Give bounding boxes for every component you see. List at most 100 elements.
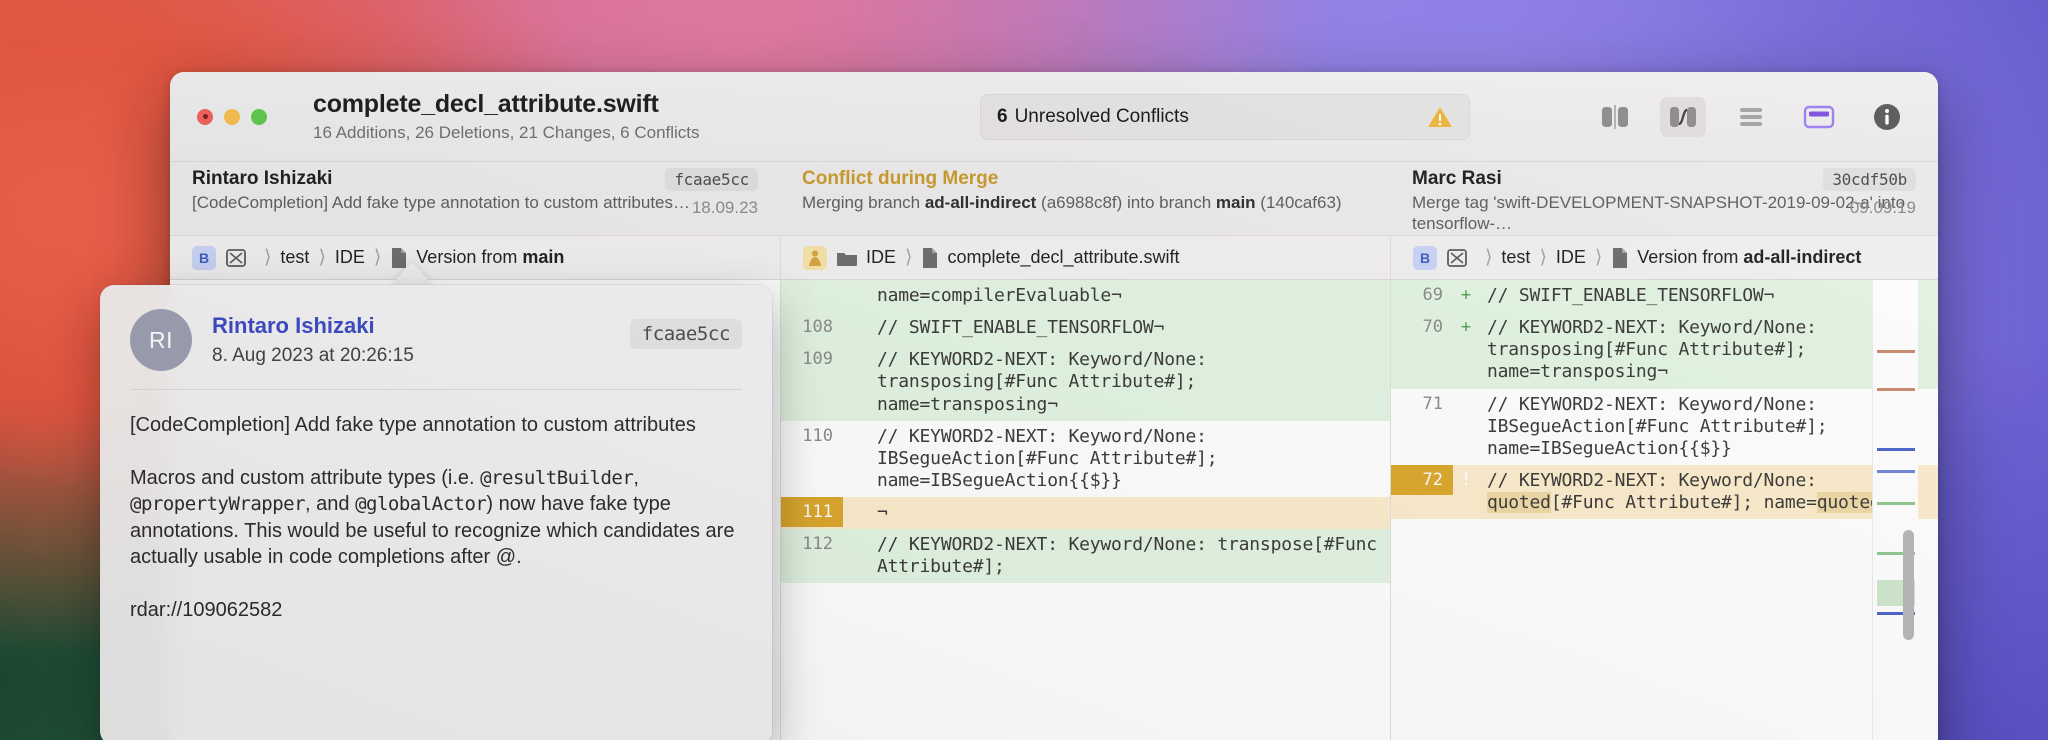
conflict-count: 6 bbox=[997, 106, 1008, 128]
merge-desc-pre: Merging branch bbox=[802, 193, 925, 212]
popover-commit-message: [CodeCompletion] Add fake type annotatio… bbox=[100, 390, 772, 623]
line-number: 110 bbox=[781, 421, 843, 451]
file-icon bbox=[921, 247, 939, 269]
code-line-text: // SWIFT_ENABLE_TENSORFLOW¬ bbox=[1479, 280, 1784, 312]
breadcrumb-sep: ⟩ bbox=[1539, 246, 1546, 269]
line-marker bbox=[843, 529, 869, 539]
line-number: 71 bbox=[1391, 389, 1453, 419]
line-marker bbox=[843, 344, 869, 354]
popover-code-resultbuilder: @resultBuilder bbox=[480, 467, 633, 489]
breadcrumb-item-ide-mid[interactable]: IDE bbox=[866, 247, 896, 268]
popover-code-globalactor: @globalActor bbox=[355, 493, 486, 515]
commit-detail-popover: RI Rintaro Ishizaki 8. Aug 2023 at 20:26… bbox=[100, 285, 772, 740]
version-branch-right: ad-all-indirect bbox=[1743, 247, 1861, 267]
code-line-text: // SWIFT_ENABLE_TENSORFLOW¬ bbox=[869, 312, 1174, 344]
merge-target-branch: main bbox=[1216, 193, 1256, 212]
code-line-row[interactable]: 72!// KEYWORD2-NEXT: Keyword/None: quote… bbox=[1391, 465, 1938, 519]
line-number bbox=[781, 280, 843, 290]
repo-icon bbox=[1446, 247, 1468, 269]
code-line-text: // KEYWORD2-NEXT: Keyword/None: IBSegueA… bbox=[1479, 389, 1938, 465]
close-button[interactable] bbox=[197, 109, 213, 125]
two-up-view-icon[interactable] bbox=[1592, 97, 1638, 137]
popover-body-line2-post: ) now have fake type bbox=[486, 493, 671, 515]
commit-header-right[interactable]: Marc Rasi Merge tag 'swift-DEVELOPMENT-S… bbox=[1390, 162, 1938, 235]
breadcrumb-version-label-right[interactable]: Version from ad-all-indirect bbox=[1637, 247, 1861, 268]
code-line-text: // KEYWORD2-NEXT: Keyword/None: IBSegueA… bbox=[869, 421, 1390, 497]
code-line-row[interactable]: 109 // KEYWORD2-NEXT: Keyword/None: trans… bbox=[781, 344, 1390, 420]
code-line-row[interactable]: 108// SWIFT_ENABLE_TENSORFLOW¬ bbox=[781, 312, 1390, 344]
window-title-block: complete_decl_attribute.swift 16 Additio… bbox=[313, 90, 700, 143]
line-marker bbox=[843, 421, 869, 431]
file-icon bbox=[1611, 247, 1629, 269]
code-line-text: // KEYWORD2-NEXT: Keyword/None: transpos… bbox=[869, 529, 1390, 583]
line-marker bbox=[843, 497, 869, 507]
version-branch-left: main bbox=[522, 247, 564, 267]
popover-body-line2-mid2: , and bbox=[305, 493, 355, 515]
commit-date-right: 09.09.19 bbox=[1850, 198, 1916, 218]
breadcrumb-middle[interactable]: IDE ⟩ complete_decl_attribute.swift bbox=[780, 236, 1390, 279]
code-line-text: name=compilerEvaluable¬ bbox=[869, 280, 1132, 312]
person-icon bbox=[803, 246, 827, 270]
breadcrumb-right[interactable]: B ⟩ test ⟩ IDE ⟩ Ver bbox=[1390, 236, 1938, 279]
popover-author[interactable]: Rintaro Ishizaki bbox=[212, 313, 414, 339]
diff-pane-right[interactable]: 69+// SWIFT_ENABLE_TENSORFLOW¬70+// KEYW… bbox=[1390, 280, 1938, 740]
code-line-row[interactable]: name=compilerEvaluable¬ bbox=[781, 280, 1390, 312]
code-line-row[interactable]: 71 // KEYWORD2-NEXT: Keyword/None: IBSegu… bbox=[1391, 389, 1938, 465]
conflict-message: Merging branch ad-all-indirect (a6988c8f… bbox=[802, 193, 1368, 214]
commit-hash-left[interactable]: fcaae5cc bbox=[665, 168, 758, 191]
traffic-lights bbox=[197, 109, 267, 125]
desktop-wallpaper: complete_decl_attribute.swift 16 Additio… bbox=[0, 0, 2048, 740]
breadcrumb-left[interactable]: B ⟩ test ⟩ IDE ⟩ Ver bbox=[170, 236, 780, 279]
breadcrumb-item-test[interactable]: test bbox=[280, 247, 309, 268]
breadcrumb-version-label-left[interactable]: Version from main bbox=[416, 247, 564, 268]
commit-message-right: Merge tag 'swift-DEVELOPMENT-SNAPSHOT-20… bbox=[1412, 193, 1916, 234]
list-view-icon[interactable] bbox=[1728, 97, 1774, 137]
merge-desc-post: (140caf63) bbox=[1256, 193, 1342, 212]
code-line-row[interactable]: 70+// KEYWORD2-NEXT: Keyword/None: trans… bbox=[1391, 312, 1938, 388]
page-title: complete_decl_attribute.swift bbox=[313, 90, 700, 119]
breadcrumb-item-ide[interactable]: IDE bbox=[335, 247, 365, 268]
code-line-row[interactable]: 111¬ bbox=[781, 497, 1390, 529]
line-number: 70 bbox=[1391, 312, 1453, 342]
line-marker bbox=[1453, 389, 1479, 399]
version-prefix-right: Version from bbox=[1637, 247, 1743, 267]
breadcrumb-sep: ⟩ bbox=[1595, 246, 1602, 269]
diff-pane-middle[interactable]: name=compilerEvaluable¬108// SWIFT_ENABL… bbox=[780, 280, 1390, 740]
conflict-label: Unresolved Conflicts bbox=[1015, 106, 1189, 128]
breadcrumb-item-test-right[interactable]: test bbox=[1501, 247, 1530, 268]
code-line-row[interactable]: 112 // KEYWORD2-NEXT: Keyword/None: trans… bbox=[781, 529, 1390, 583]
popover-body-rdar[interactable]: rdar://109062582 bbox=[130, 599, 282, 621]
breadcrumb-row: B ⟩ test ⟩ IDE ⟩ Ver bbox=[170, 236, 1938, 280]
code-line-row[interactable]: 110 // KEYWORD2-NEXT: Keyword/None: IBSeg… bbox=[781, 421, 1390, 497]
popover-body-line4: actually usable in code completions afte… bbox=[130, 546, 522, 568]
code-line-row[interactable]: 69+// SWIFT_ENABLE_TENSORFLOW¬ bbox=[1391, 280, 1938, 312]
commit-header-middle[interactable]: Conflict during Merge Merging branch ad-… bbox=[780, 162, 1390, 235]
merge-view-icon[interactable] bbox=[1660, 97, 1706, 137]
code-line-text: ¬ bbox=[869, 497, 898, 529]
commit-hash-right[interactable]: 30cdf50b bbox=[1823, 168, 1916, 191]
vertical-scrollbar-thumb[interactable] bbox=[1903, 530, 1914, 640]
popover-commit-hash[interactable]: fcaae5cc bbox=[630, 319, 742, 349]
popover-header: RI Rintaro Ishizaki 8. Aug 2023 at 20:26… bbox=[100, 285, 772, 371]
info-icon[interactable] bbox=[1864, 97, 1910, 137]
popover-body-line2-pre: Macros and custom attribute types (i.e. bbox=[130, 467, 480, 489]
inspector-panel-icon[interactable] bbox=[1796, 97, 1842, 137]
zoom-button[interactable] bbox=[251, 109, 267, 125]
right-code-lines: 69+// SWIFT_ENABLE_TENSORFLOW¬70+// KEYW… bbox=[1391, 280, 1938, 519]
line-number: 72 bbox=[1391, 465, 1453, 495]
diff-minimap[interactable] bbox=[1872, 280, 1918, 740]
breadcrumb-filename-mid[interactable]: complete_decl_attribute.swift bbox=[947, 247, 1179, 268]
breadcrumb-item-ide-right[interactable]: IDE bbox=[1556, 247, 1586, 268]
commit-message-left: [CodeCompletion] Add fake type annotatio… bbox=[192, 193, 758, 214]
line-marker bbox=[843, 280, 869, 290]
unresolved-conflicts-badge[interactable]: 6 Unresolved Conflicts bbox=[980, 94, 1470, 140]
line-number: 112 bbox=[781, 529, 843, 559]
code-line-text: // KEYWORD2-NEXT: Keyword/None: transpos… bbox=[869, 344, 1390, 420]
code-line-text: // KEYWORD2-NEXT: Keyword/None: quoted[#… bbox=[1479, 465, 1938, 519]
line-number: 109 bbox=[781, 344, 843, 374]
commit-header-left[interactable]: Rintaro Ishizaki [CodeCompletion] Add fa… bbox=[170, 162, 780, 235]
conflict-title: Conflict during Merge bbox=[802, 168, 1368, 190]
minimize-button[interactable] bbox=[224, 109, 240, 125]
warning-triangle-icon bbox=[1427, 105, 1453, 129]
popover-date: 8. Aug 2023 at 20:26:15 bbox=[212, 345, 414, 367]
